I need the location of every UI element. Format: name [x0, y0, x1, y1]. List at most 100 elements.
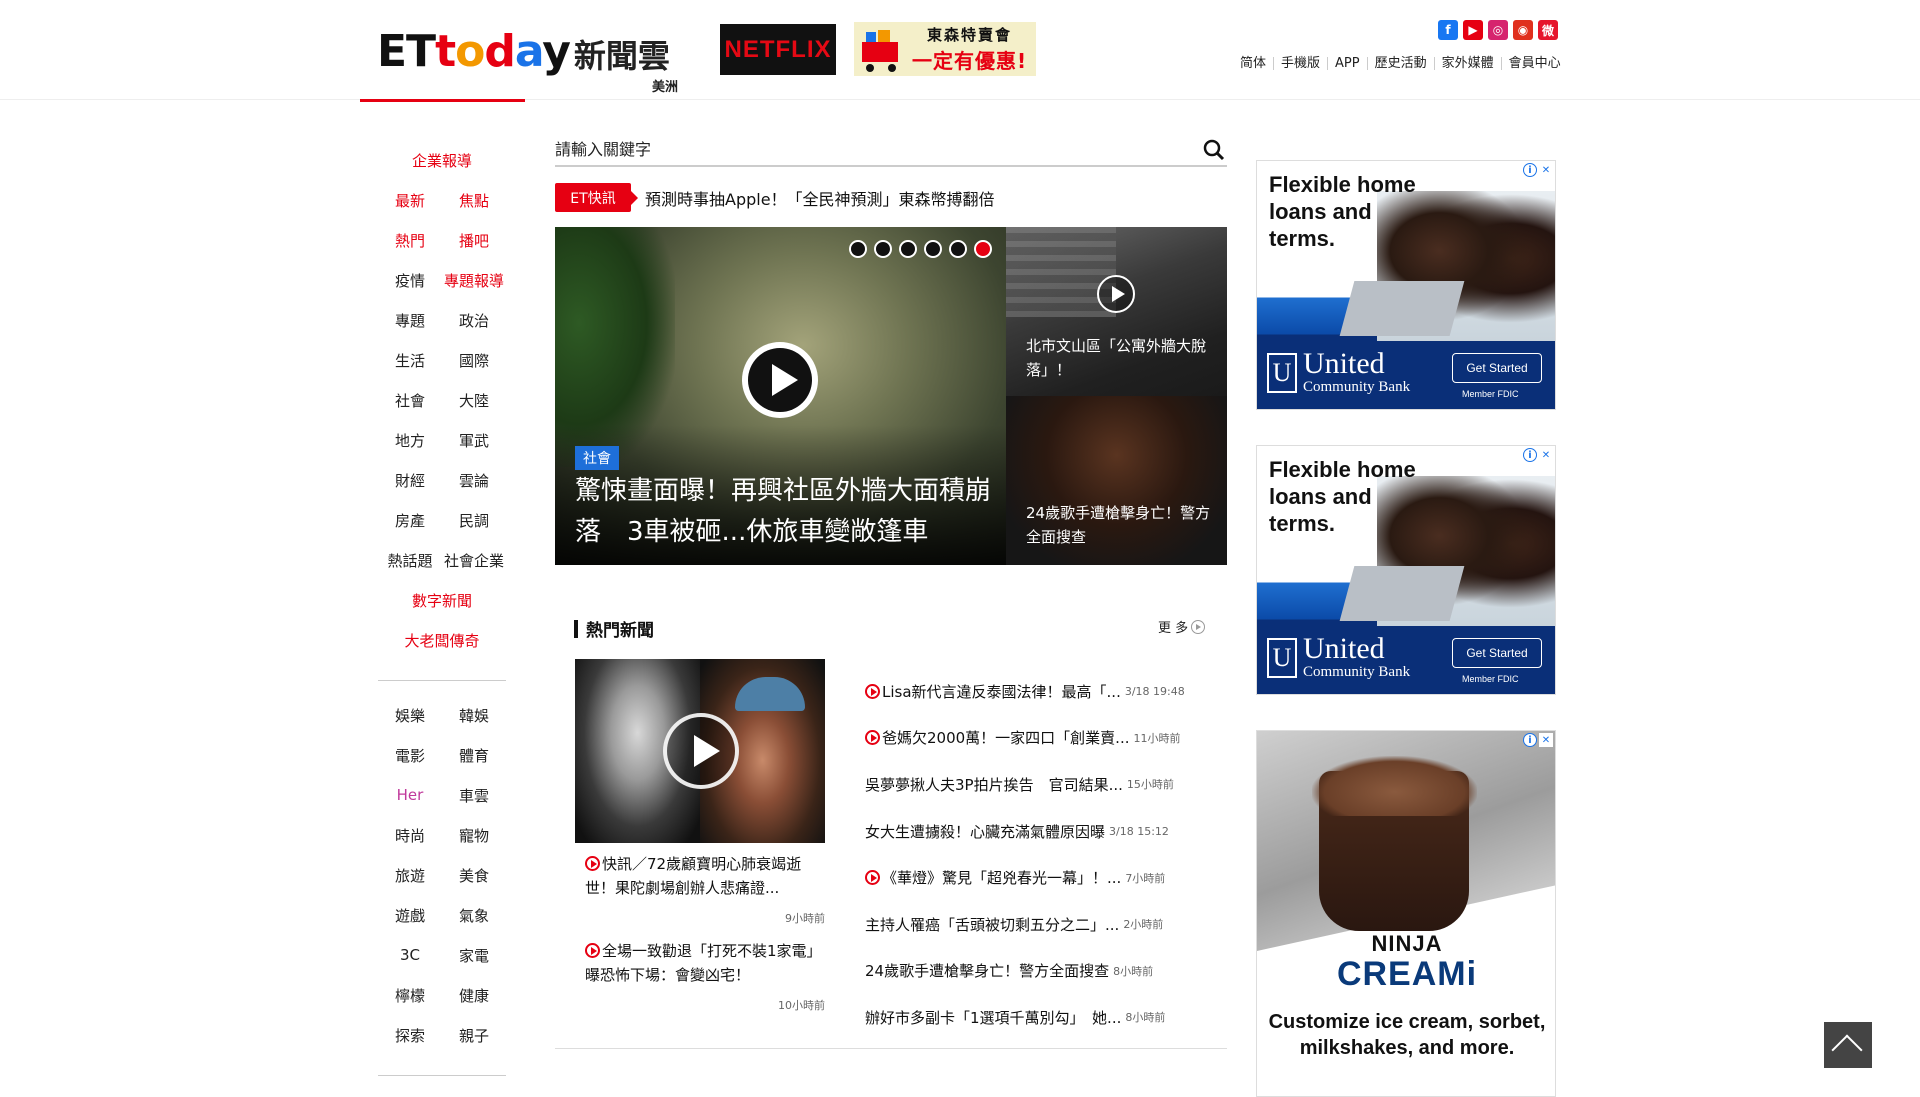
sidebar-item[interactable]: 親子 [442, 1025, 506, 1046]
site-logo[interactable]: ETtoday 新聞雲 [377, 22, 670, 74]
sidebar-item[interactable]: 大陸 [442, 390, 506, 411]
sidebar-item[interactable]: Her [378, 786, 442, 804]
sidebar-item[interactable]: 檸檬 [378, 985, 442, 1006]
sidebar-item[interactable]: 地方 [378, 430, 442, 451]
search-input[interactable] [555, 140, 1203, 159]
hero-category-badge[interactable]: 社會 [575, 446, 619, 470]
play-icon[interactable] [742, 342, 818, 418]
sidebar-item[interactable]: 企業報導 [378, 150, 506, 171]
sidebar-item[interactable]: 民調 [442, 510, 506, 531]
ad-close-icon[interactable]: ✕ [1539, 448, 1553, 462]
instagram-icon[interactable]: ◎ [1488, 20, 1508, 40]
youtube-icon[interactable]: ▶ [1463, 20, 1483, 40]
sidebar-item[interactable]: 大老闆傳奇 [378, 630, 506, 651]
hero-side-story-1[interactable]: 北市文山區「公寓外牆大脫落」！ [1006, 227, 1227, 396]
sidebar-item[interactable]: 旅遊 [378, 865, 442, 886]
sidebar-item[interactable]: 車雲 [442, 785, 506, 806]
promo-banner[interactable]: 東森特賣會 一定有優惠! [854, 22, 1036, 76]
sidebar-item[interactable]: 娛樂 [378, 705, 442, 726]
carousel-dot[interactable] [899, 240, 917, 258]
hot-news-item[interactable]: 爸媽欠2000萬！一家四口「創業賣... 11小時前 [865, 715, 1200, 762]
sidebar-item[interactable]: 寵物 [442, 825, 506, 846]
top-link[interactable]: APP [1327, 57, 1367, 70]
sidebar-item[interactable]: 健康 [442, 985, 506, 1006]
sidebar-item[interactable]: 國際 [442, 350, 506, 371]
sidebar-item[interactable]: 焦點 [442, 190, 506, 211]
region-label[interactable]: 美洲 [652, 76, 678, 95]
netflix-banner[interactable]: NETFLIX [720, 24, 836, 75]
ad-info-icon[interactable]: i [1523, 448, 1537, 462]
sidebar-item[interactable]: 電影 [378, 745, 442, 766]
sidebar-item[interactable]: 氣象 [442, 905, 506, 926]
top-link[interactable]: 简体 [1240, 57, 1273, 70]
search-icon[interactable] [1203, 139, 1225, 161]
hot-news-item[interactable]: 辦好市多副卡「1選項千萬別勾」 她... 8小時前 [865, 994, 1200, 1041]
hot-left-item[interactable]: 快訊／72歲顧寶明心肺衰竭逝世！果陀劇場創辦人悲痛證... [585, 852, 825, 900]
ad-close-icon[interactable]: ✕ [1539, 733, 1553, 747]
carousel-dot[interactable] [874, 240, 892, 258]
sidebar-item[interactable]: 探索 [378, 1025, 442, 1046]
ad-info-icon[interactable]: i [1523, 733, 1537, 747]
sidebar-item[interactable]: 政治 [442, 310, 506, 331]
carousel-dot[interactable] [849, 240, 867, 258]
carousel-dot[interactable] [924, 240, 942, 258]
hot-news-item[interactable]: 吳夢夢揪人夫3P拍片挨告 官司結果... 15小時前 [865, 761, 1200, 808]
carousel-dot[interactable] [974, 240, 992, 258]
top-link[interactable]: 會員中心 [1500, 57, 1568, 70]
sidebar-item[interactable]: 時尚 [378, 825, 442, 846]
hot-news-thumbnail[interactable] [575, 659, 825, 843]
sidebar-item[interactable]: 熱門 [378, 230, 442, 251]
sidebar-item[interactable]: 生活 [378, 350, 442, 371]
sidebar-row: Her 車雲 [378, 775, 506, 815]
bank-ad[interactable]: Flexible home loans and terms. U United … [1256, 160, 1556, 410]
top-link[interactable]: 家外媒體 [1433, 57, 1501, 70]
sidebar-item[interactable]: 疫情 [378, 270, 442, 291]
play-icon[interactable] [663, 713, 739, 789]
sidebar-item[interactable]: 家電 [442, 945, 506, 966]
sidebar-item[interactable]: 專題 [378, 310, 442, 331]
sidebar-item[interactable]: 財經 [378, 470, 442, 491]
sidebar-item[interactable]: 播吧 [442, 230, 506, 251]
top-link[interactable]: 歷史活動 [1366, 57, 1434, 70]
sidebar-item[interactable]: 軍武 [442, 430, 506, 451]
more-link[interactable]: 更 多 [1158, 617, 1206, 636]
sidebar-item[interactable]: 社會企業 [442, 550, 506, 571]
sidebar-item[interactable]: 體育 [442, 745, 506, 766]
ad-info-icon[interactable]: i [1523, 163, 1537, 177]
hero-title[interactable]: 驚悚畫面曝！再興社區外牆大面積崩落 3車被砸...休旅車變敞篷車 [575, 471, 995, 553]
sidebar-item[interactable]: 社會 [378, 390, 442, 411]
hot-news-item[interactable]: 女大生遭擄殺！心臟充滿氣體原因曝 3/18 15:12 [865, 808, 1200, 855]
flash-headline[interactable]: 預測時事抽Apple！「全民神預測」東森幣搏翻倍 [645, 186, 995, 210]
ad-close-icon[interactable]: ✕ [1539, 163, 1553, 177]
hot-left-item[interactable]: 全場一致勸退「打死不裝1家電」 曝恐怖下場：會變凶宅！ [585, 939, 829, 987]
rss-icon[interactable]: ◉ [1513, 20, 1533, 40]
sidebar-item[interactable]: 數字新聞 [378, 590, 506, 611]
top-link[interactable]: 手機版 [1273, 57, 1327, 70]
sidebar-item[interactable]: 熱話題 [378, 550, 442, 571]
sidebar-item[interactable]: 雲論 [442, 470, 506, 491]
weibo-icon[interactable]: 微 [1538, 20, 1558, 40]
sidebar-item[interactable]: 房產 [378, 510, 442, 531]
sidebar-item[interactable]: 專題報導 [442, 270, 506, 291]
sidebar-item[interactable]: 3C [378, 946, 442, 964]
hot-news-item[interactable]: 24歲歌手遭槍擊身亡！警方全面搜查 8小時前 [865, 948, 1200, 995]
sidebar-item[interactable]: 美食 [442, 865, 506, 886]
ninja-ad[interactable]: NINJA CREAMi Customize ice cream, sorbet… [1256, 730, 1556, 1097]
play-icon[interactable] [1097, 275, 1135, 313]
back-to-top-button[interactable] [1824, 1022, 1872, 1068]
hot-left-time: 9小時前 [785, 912, 825, 925]
hot-news-item[interactable]: 主持人罹癌「舌頭被切剩五分之二」... 2小時前 [865, 901, 1200, 948]
hot-news-item[interactable]: Lisa新代言違反泰國法律！最高「... 3/18 19:48 [865, 668, 1200, 715]
sidebar-item[interactable]: 最新 [378, 190, 442, 211]
hero-main-story[interactable]: 社會 驚悚畫面曝！再興社區外牆大面積崩落 3車被砸...休旅車變敞篷車 [555, 227, 1006, 565]
facebook-icon[interactable]: f [1438, 20, 1458, 40]
sidebar-item[interactable]: 韓娛 [442, 705, 506, 726]
carousel-dot[interactable] [949, 240, 967, 258]
hot-news-item[interactable]: 《華燈》驚見「超兇春光一幕」！... 7小時前 [865, 854, 1200, 901]
bank-ad[interactable]: Flexible home loans and terms. U United … [1256, 445, 1556, 695]
sidebar-item[interactable]: 遊戲 [378, 905, 442, 926]
hero-side-story-2[interactable]: 24歲歌手遭槍擊身亡！警方全面搜查 [1006, 396, 1227, 565]
video-icon [585, 943, 600, 958]
get-started-button[interactable]: Get Started [1452, 353, 1542, 383]
get-started-button[interactable]: Get Started [1452, 638, 1542, 668]
